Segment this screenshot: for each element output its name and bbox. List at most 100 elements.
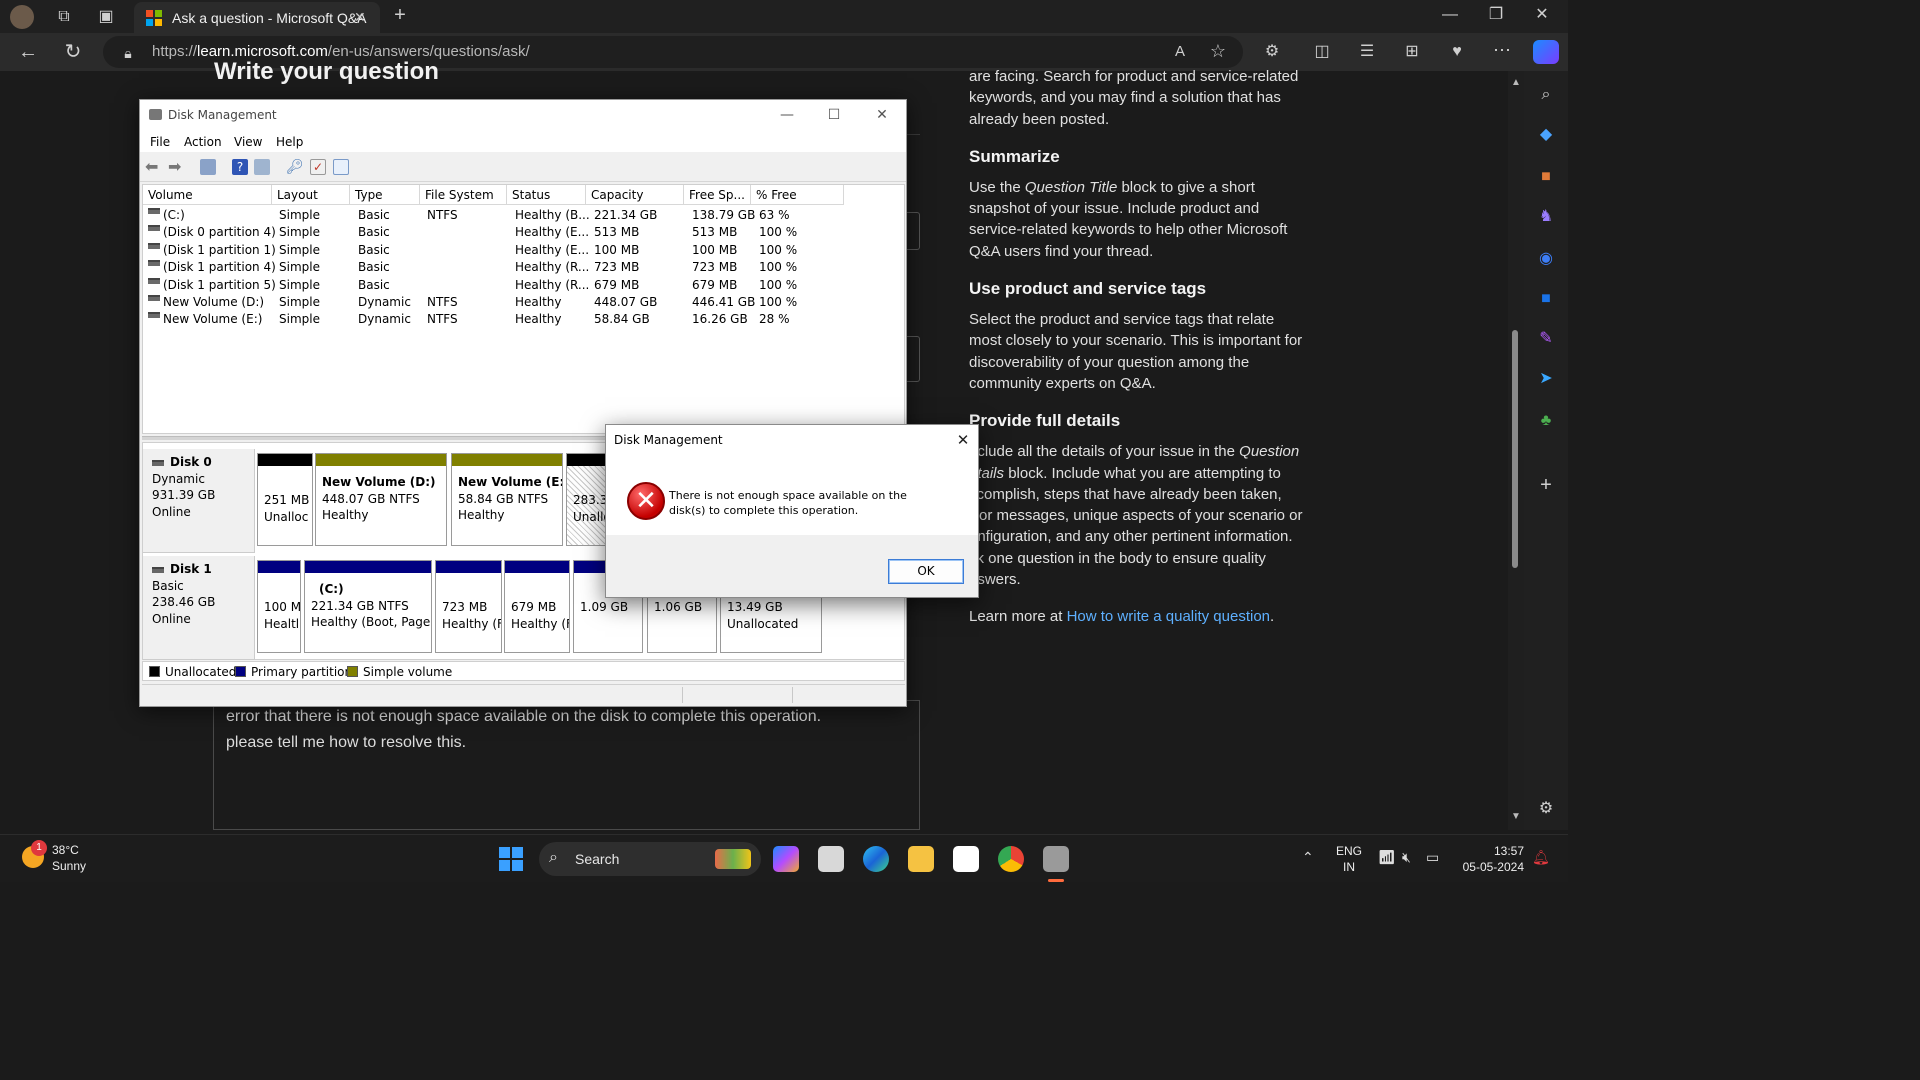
volume-mute-icon[interactable]: 🔇︎ (1402, 849, 1411, 866)
tree-icon[interactable]: ♣ (1534, 411, 1558, 431)
disk0-new-volume-e[interactable]: New Volume (E:) 58.84 GB NTFS Healthy (451, 453, 563, 546)
table-row[interactable]: (Disk 1 partition 4) Simple Basic Healthy (… (143, 259, 903, 276)
tools-icon[interactable]: ■ (1534, 167, 1558, 187)
restore-icon[interactable]: ❐ (1484, 5, 1508, 25)
copilot-icon[interactable] (1533, 40, 1559, 64)
games-icon[interactable]: ♞ (1534, 207, 1558, 227)
dm-close-icon[interactable]: ✕ (868, 105, 896, 125)
back-icon[interactable]: ← (16, 42, 40, 62)
extensions-icon[interactable]: ⚙ (1260, 42, 1284, 62)
col-file-system[interactable]: File System (420, 185, 507, 205)
edge-browser-icon[interactable] (863, 846, 889, 872)
menu-view[interactable]: View (234, 135, 262, 149)
language-indicator[interactable]: ENG IN (1336, 843, 1362, 875)
forward-arrow-icon[interactable]: ➡ (168, 159, 184, 175)
dm-minimize-icon[interactable]: — (773, 105, 801, 125)
close-window-icon[interactable]: ✕ (1530, 5, 1554, 25)
action-pane-icon[interactable] (254, 159, 270, 175)
properties-icon[interactable] (333, 159, 349, 175)
tab-ask-a-question[interactable]: Ask a question - Microsoft Q&A ✕ (134, 2, 380, 33)
shopping-tag-icon[interactable]: ◆ (1534, 125, 1558, 145)
profile-avatar[interactable] (10, 5, 34, 29)
col-percent-free[interactable]: % Free (751, 185, 844, 205)
disk1-volume-c[interactable]: (C:) 221.34 GB NTFS Healthy (Boot, Page F (304, 560, 432, 653)
start-button[interactable] (499, 847, 523, 871)
menu-help[interactable]: Help (276, 135, 303, 149)
wifi-icon[interactable]: 📶︎ (1378, 849, 1396, 866)
sidebar-settings-icon[interactable]: ⚙ (1534, 799, 1558, 819)
disk1-partition-723mb[interactable]: 723 MB Healthy (F (435, 560, 502, 653)
disk1-partition-100mb[interactable]: 100 M Healtl (257, 560, 301, 653)
menu-file[interactable]: File (150, 135, 170, 149)
show-hidden-icons-icon[interactable]: ⌃ (1302, 849, 1314, 866)
battery-icon[interactable]: ▭ (1426, 849, 1439, 866)
weather-condition[interactable]: Sunny (52, 859, 86, 873)
disk-management-app-icon (149, 109, 162, 120)
file-explorer-icon[interactable] (908, 846, 934, 872)
table-row[interactable]: (Disk 1 partition 5) Simple Basic Healthy (… (143, 277, 903, 294)
microsoft-store-icon[interactable] (953, 846, 979, 872)
error-dialog-titlebar[interactable]: Disk Management ✕ (606, 425, 978, 455)
scroll-up-icon[interactable]: ▲ (1511, 77, 1521, 88)
disk1-partition-679mb[interactable]: 679 MB Healthy (F (504, 560, 570, 653)
tags-input-edge[interactable] (906, 336, 920, 382)
error-dialog-close-icon[interactable]: ✕ (952, 430, 974, 450)
disk1-label[interactable]: Disk 1 Basic 238.46 GB Online (143, 556, 255, 660)
scroll-thumb[interactable] (1512, 330, 1518, 568)
weather-temperature[interactable]: 38°C (52, 843, 79, 857)
more-menu-icon[interactable]: ⋯ (1490, 40, 1514, 60)
favorites-icon[interactable]: ☰ (1355, 42, 1379, 62)
tab-close-icon[interactable]: ✕ (354, 9, 366, 26)
disk0-unallocated-251mb[interactable]: 251 MB Unalloc (257, 453, 313, 546)
task-view-icon[interactable] (818, 846, 844, 872)
read-aloud-icon[interactable]: A (1168, 42, 1192, 62)
disk0-new-volume-d[interactable]: New Volume (D:) 448.07 GB NTFS Healthy (315, 453, 447, 546)
send-icon[interactable]: ➤ (1534, 369, 1558, 389)
scroll-down-icon[interactable]: ▼ (1511, 811, 1521, 822)
outlook-icon[interactable]: ■ (1534, 289, 1558, 309)
col-capacity[interactable]: Capacity (586, 185, 684, 205)
copilot-sidebar-icon[interactable]: ◉ (1534, 249, 1558, 269)
title-input-edge[interactable] (906, 212, 920, 250)
disk0-label[interactable]: Disk 0 Dynamic 931.39 GB Online (143, 449, 255, 553)
taskbar-search-box[interactable]: ⌕ (539, 842, 761, 876)
minimize-icon[interactable]: — (1438, 5, 1462, 25)
dm-maximize-icon[interactable]: ☐ (820, 105, 848, 125)
refresh-icon[interactable]: ↻ (61, 42, 85, 62)
rescan-icon[interactable]: 🔑︎ (286, 159, 304, 175)
designer-icon[interactable]: ✎ (1534, 329, 1558, 349)
favorite-star-icon[interactable]: ☆ (1206, 41, 1230, 61)
table-row[interactable]: (Disk 0 partition 4) Simple Basic Healthy (… (143, 224, 903, 241)
collections-icon[interactable]: ⊞ (1400, 42, 1424, 62)
workspaces-icon[interactable]: ⧉ (52, 7, 76, 27)
copilot-taskbar-icon[interactable] (773, 846, 799, 872)
chrome-icon[interactable] (998, 846, 1024, 872)
disk-management-taskbar-icon[interactable] (1043, 846, 1069, 872)
table-row[interactable]: New Volume (D:) Simple Dynamic NTFS Healthy 4… (143, 294, 903, 311)
quality-question-link[interactable]: How to write a quality question (1067, 608, 1270, 625)
check-icon[interactable]: ✓ (310, 159, 326, 175)
browser-essentials-icon[interactable]: ♥ (1445, 42, 1469, 62)
new-tab-icon[interactable]: + (388, 5, 412, 25)
clock[interactable]: 13:57 05-05-2024 (1460, 843, 1524, 875)
col-volume[interactable]: Volume (143, 185, 272, 205)
col-layout[interactable]: Layout (272, 185, 350, 205)
table-row[interactable]: New Volume (E:) Simple Dynamic NTFS Healthy 5… (143, 311, 903, 328)
lock-icon[interactable]: 🔒︎ (116, 43, 140, 63)
console-tree-icon[interactable] (200, 159, 216, 175)
split-screen-icon[interactable]: ◫ (1310, 42, 1334, 62)
table-row[interactable]: (Disk 1 partition 1) Simple Basic Healthy (… (143, 242, 903, 259)
sidebar-search-icon[interactable]: ⌕ (1534, 85, 1558, 105)
help-icon[interactable]: ? (232, 159, 248, 175)
ok-button[interactable]: OK (888, 559, 964, 584)
back-arrow-icon[interactable]: ⬅ (145, 159, 161, 175)
menu-action[interactable]: Action (184, 135, 222, 149)
vertical-tabs-icon[interactable]: ▣ (94, 7, 118, 27)
add-sidebar-app-icon[interactable]: + (1534, 475, 1558, 495)
col-type[interactable]: Type (350, 185, 420, 205)
col-free-space[interactable]: Free Sp... (684, 185, 751, 205)
dm-titlebar[interactable]: Disk Management — ☐ ✕ (140, 100, 906, 130)
col-status[interactable]: Status (507, 185, 586, 205)
table-row[interactable]: (C:) Simple Basic NTFS Healthy (B... 221.34 G… (143, 207, 903, 224)
notification-bell-icon[interactable]: 🔔︎ (1532, 849, 1550, 866)
